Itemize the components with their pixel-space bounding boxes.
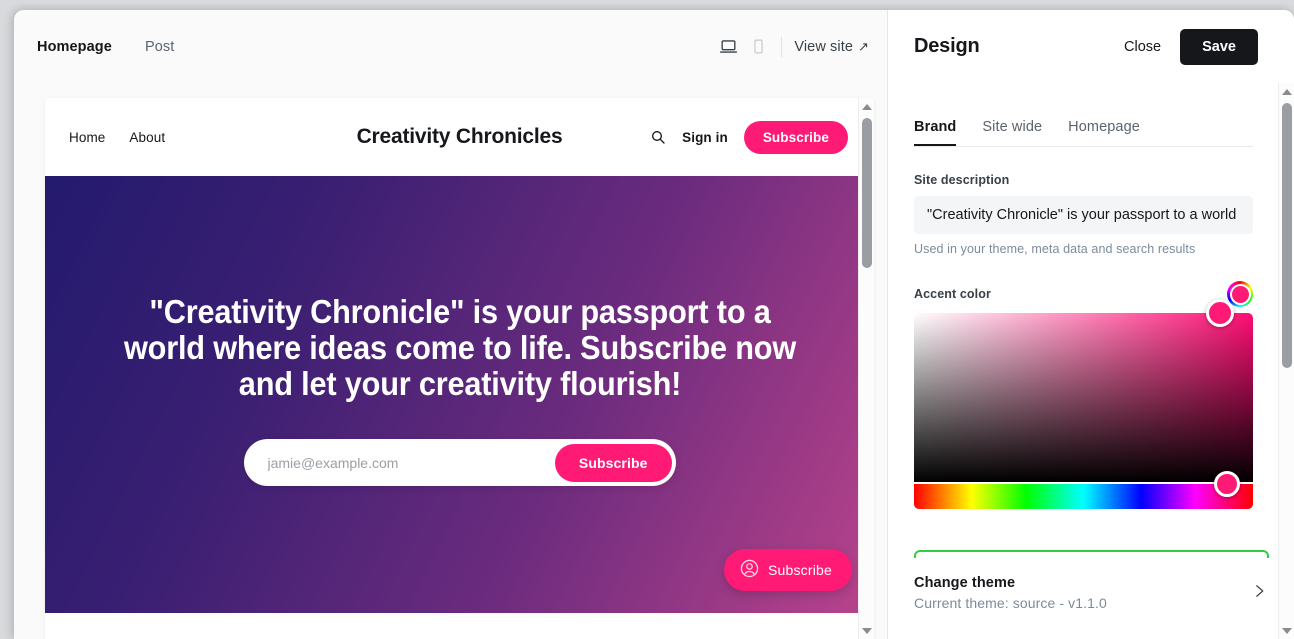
view-site-link[interactable]: View site ↗: [794, 39, 869, 55]
accent-color-row: Accent color: [914, 281, 1253, 307]
toolbar-divider: [781, 36, 783, 57]
editor-tabs: Homepage Post: [35, 35, 176, 59]
accent-color-label: Accent color: [914, 287, 991, 301]
preview-scrollbar-thumb[interactable]: [862, 118, 872, 268]
hue-slider-handle[interactable]: [1214, 471, 1240, 497]
panel-scroll-up-arrow-icon[interactable]: [1279, 83, 1294, 100]
site-description-input[interactable]: [914, 196, 1253, 234]
mobile-icon[interactable]: [743, 32, 773, 62]
change-theme-title: Change theme: [914, 575, 1016, 591]
site-header-actions: Sign in Subscribe: [650, 120, 848, 154]
saturation-value-area[interactable]: [914, 313, 1253, 482]
current-theme-subtitle: Current theme: source - v1.1.0: [914, 595, 1107, 611]
signin-link[interactable]: Sign in: [682, 130, 728, 145]
design-panel-tabs: Brand Site wide Homepage: [914, 83, 1253, 147]
saturation-value-handle[interactable]: [1206, 299, 1234, 327]
panel-scroll-down-arrow-icon[interactable]: [1279, 622, 1294, 639]
chevron-right-icon: [1250, 582, 1268, 605]
hero-section: "Creativity Chronicle" is your passport …: [45, 176, 874, 613]
site-description-hint: Used in your theme, meta data and search…: [914, 242, 1196, 256]
close-button[interactable]: Close: [1122, 33, 1163, 61]
app-window: Homepage Post View site ↗ Home About Cre…: [14, 10, 1294, 639]
color-wheel-icon[interactable]: [1227, 281, 1253, 307]
hero-subscribe-button[interactable]: Subscribe: [554, 443, 672, 482]
design-panel-header: Design Close Save: [888, 10, 1294, 83]
editor-topbar: Homepage Post View site ↗: [14, 10, 888, 83]
change-theme-texts: Change theme Current theme: source - v1.…: [914, 575, 1107, 611]
hero-signup-form: Subscribe: [243, 439, 676, 486]
preview-content-below-hero: [45, 613, 874, 639]
change-theme-row[interactable]: Change theme Current theme: source - v1.…: [902, 558, 1280, 628]
save-button[interactable]: Save: [1180, 28, 1258, 65]
nav-link-about[interactable]: About: [129, 130, 165, 145]
laptop-icon[interactable]: [713, 32, 743, 62]
user-circle-icon: [739, 558, 760, 582]
design-panel-title: Design: [914, 35, 980, 57]
design-panel: Design Close Save Brand Site wide Homepa…: [888, 10, 1294, 639]
search-icon[interactable]: [650, 129, 666, 145]
tab-brand[interactable]: Brand: [914, 83, 956, 146]
color-picker[interactable]: [914, 299, 1253, 509]
portal-subscribe-button[interactable]: Subscribe: [723, 549, 852, 591]
nav-link-home[interactable]: Home: [69, 130, 105, 145]
preview-scrollbar[interactable]: [858, 98, 874, 639]
site-preview-frame: Home About Creativity Chronicles Sign in…: [45, 98, 874, 639]
design-panel-scrollbar[interactable]: [1278, 83, 1294, 639]
header-subscribe-button[interactable]: Subscribe: [743, 120, 848, 154]
tab-post[interactable]: Post: [143, 35, 176, 59]
hue-slider[interactable]: [914, 484, 1253, 509]
email-input[interactable]: [247, 454, 555, 471]
design-panel-actions: Close Save: [1122, 28, 1258, 65]
preview-pane: Homepage Post View site ↗ Home About Cre…: [14, 10, 888, 639]
site-nav: Home About: [69, 130, 165, 145]
tab-site-wide[interactable]: Site wide: [982, 83, 1042, 146]
portal-subscribe-label: Subscribe: [767, 562, 832, 578]
view-site-label: View site: [794, 38, 853, 55]
design-panel-scrollbar-thumb[interactable]: [1282, 103, 1292, 368]
scroll-down-arrow-icon[interactable]: [859, 622, 875, 639]
tab-homepage-design[interactable]: Homepage: [1068, 83, 1140, 146]
scroll-up-arrow-icon[interactable]: [859, 98, 875, 115]
hero-headline: "Creativity Chronicle" is your passport …: [123, 293, 796, 402]
site-description-label: Site description: [914, 173, 1010, 187]
external-link-arrow-icon: ↗: [858, 38, 869, 54]
editor-topbar-actions: View site ↗: [713, 32, 869, 62]
site-header: Home About Creativity Chronicles Sign in…: [45, 98, 874, 176]
tab-homepage[interactable]: Homepage: [35, 35, 114, 59]
